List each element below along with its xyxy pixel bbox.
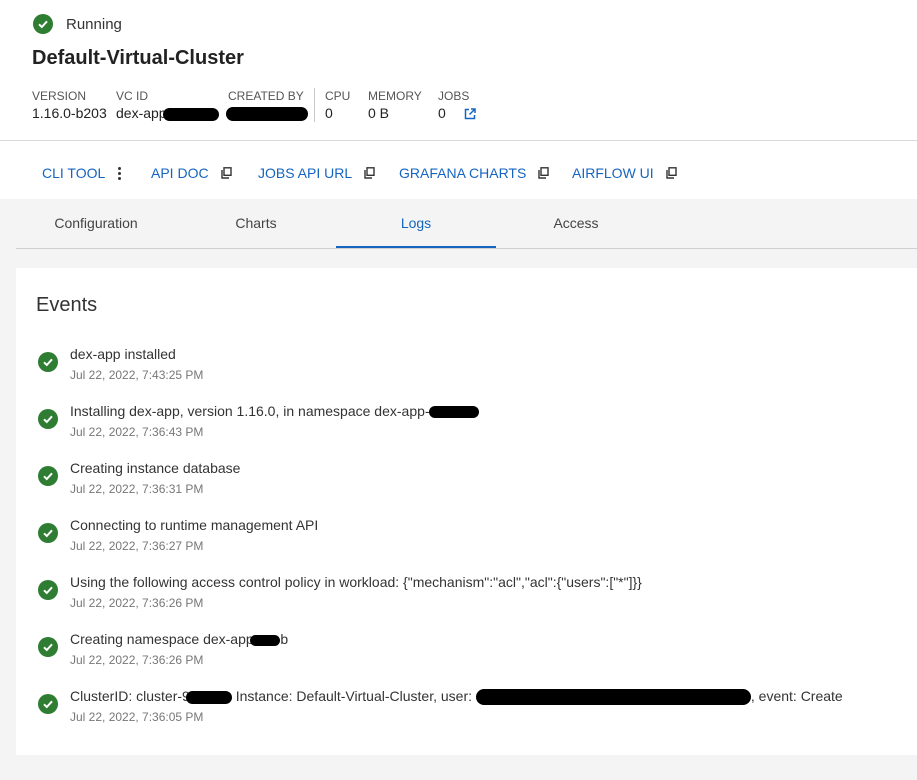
check-circle-icon — [38, 409, 58, 429]
meta-version: VERSION 1.16.0-b203 — [32, 89, 107, 121]
memory-value: 0 B — [368, 105, 390, 121]
event-message: Creating namespace dex-app- — [70, 631, 259, 647]
cluster-header: Running Default-Virtual-Cluster VERSION … — [0, 0, 917, 141]
meta-cpu: CPU 0 — [325, 89, 350, 121]
tab-charts[interactable]: Charts — [176, 199, 336, 247]
copy-icon[interactable] — [538, 167, 550, 179]
event-timestamp: Jul 22, 2022, 7:36:26 PM — [70, 653, 204, 667]
redaction-mark — [250, 634, 281, 646]
check-circle-icon — [38, 523, 58, 543]
grafana-charts-label: GRAFANA CHARTS — [399, 165, 527, 181]
meta-jobs: JOBS 0 — [438, 89, 476, 123]
event-message: Using the following access control polic… — [70, 574, 642, 590]
event-timestamp: Jul 22, 2022, 7:43:25 PM — [70, 368, 204, 382]
events-title: Events — [36, 294, 98, 316]
event-message: Creating instance database — [70, 460, 241, 476]
event-timestamp: Jul 22, 2022, 7:36:43 PM — [70, 425, 204, 439]
version-value: 1.16.0-b203 — [32, 105, 107, 121]
vc-id-label: VC ID — [116, 89, 149, 103]
event-timestamp: Jul 22, 2022, 7:36:27 PM — [70, 539, 204, 553]
redaction-mark — [185, 690, 232, 704]
redaction-mark — [162, 107, 219, 121]
status-indicator: Running — [33, 14, 122, 34]
tab-access[interactable]: Access — [496, 199, 656, 247]
cli-tool-label: CLI TOOL — [42, 165, 106, 181]
meta-vc-id: VC ID dex-app — [116, 89, 219, 121]
copy-icon[interactable] — [364, 167, 375, 179]
event-timestamp: Jul 22, 2022, 7:36:31 PM — [70, 482, 204, 496]
event-message-suffix: b — [280, 631, 289, 647]
event-timestamp: Jul 22, 2022, 7:36:26 PM — [70, 596, 204, 610]
event-message: Connecting to runtime management API — [70, 517, 319, 533]
event-message: dex-app installed — [70, 346, 176, 362]
cpu-value: 0 — [325, 105, 333, 121]
meta-divider — [314, 88, 315, 122]
api-doc-link[interactable]: API DOC — [151, 165, 232, 181]
event-message: ClusterID: cluster-9 — [70, 688, 190, 704]
check-circle-icon — [33, 14, 53, 34]
check-circle-icon — [38, 352, 58, 372]
status-label: Running — [66, 15, 122, 33]
redaction-mark — [428, 406, 479, 419]
check-circle-icon — [38, 466, 58, 486]
api-doc-label: API DOC — [151, 165, 209, 181]
event-timestamp: Jul 22, 2022, 7:36:05 PM — [70, 710, 204, 724]
airflow-ui-link[interactable]: AIRFLOW UI — [572, 165, 677, 181]
page-title: Default-Virtual-Cluster — [32, 47, 244, 69]
event-message-mid: Instance: Default-Virtual-Cluster, user: — [231, 688, 476, 704]
cpu-label: CPU — [325, 89, 351, 103]
check-circle-icon — [38, 580, 58, 600]
vc-id-value: dex-app — [116, 105, 167, 121]
copy-icon[interactable] — [665, 167, 677, 179]
jobs-api-url-link[interactable]: JOBS API URL — [258, 165, 375, 181]
meta-created-by: CREATED BY — [226, 89, 308, 122]
meta-memory: MEMORY 0 B — [368, 89, 422, 121]
check-circle-icon — [38, 637, 58, 657]
version-label: VERSION — [32, 89, 87, 103]
redaction-mark — [475, 689, 751, 706]
jobs-api-url-label: JOBS API URL — [258, 165, 353, 181]
grafana-charts-link[interactable]: GRAFANA CHARTS — [399, 165, 550, 181]
cli-tool-link[interactable]: CLI TOOL — [42, 165, 122, 181]
events-panel: Events dex-app installed Jul 22, 2022, 7… — [16, 268, 917, 755]
memory-label: MEMORY — [368, 89, 422, 103]
check-circle-icon — [38, 694, 58, 714]
tab-configuration[interactable]: Configuration — [16, 199, 176, 247]
redaction-mark — [226, 107, 308, 122]
created-by-label: CREATED BY — [228, 89, 304, 103]
jobs-value: 0 — [438, 105, 446, 121]
event-message-suffix: , event: Create — [750, 688, 843, 704]
airflow-ui-label: AIRFLOW UI — [572, 165, 654, 181]
tab-bar: Configuration Charts Logs Access — [16, 199, 917, 249]
copy-icon[interactable] — [220, 167, 232, 179]
quick-links-bar: CLI TOOL API DOC JOBS API URL GRAFANA CH… — [0, 141, 917, 199]
tab-logs[interactable]: Logs — [336, 199, 496, 248]
jobs-label: JOBS — [438, 89, 470, 103]
more-vert-icon[interactable] — [118, 166, 122, 180]
external-link-icon[interactable] — [464, 107, 476, 123]
event-message: Installing dex-app, version 1.16.0, in n… — [70, 403, 430, 419]
